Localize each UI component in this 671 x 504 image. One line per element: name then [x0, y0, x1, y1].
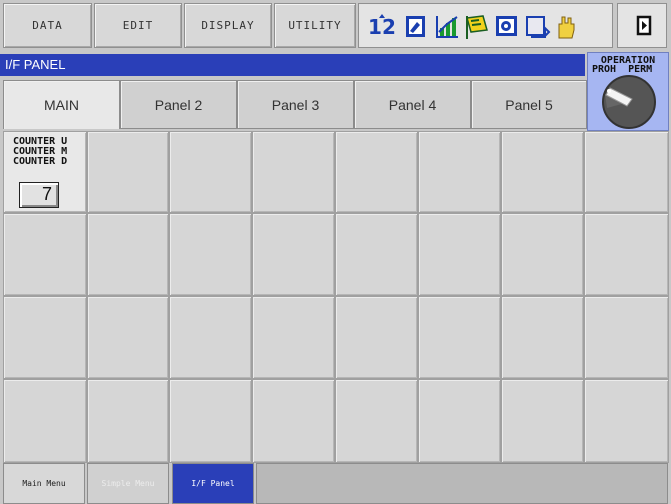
menu-display-button[interactable]: DISPLAY — [184, 3, 272, 48]
counter-cell[interactable]: COUNTER U COUNTER M COUNTER D 7 — [3, 131, 87, 213]
panel-button[interactable] — [335, 296, 418, 379]
simple-menu-button[interactable]: Simple Menu — [87, 463, 169, 504]
interface-panel-grid: COUNTER U COUNTER M COUNTER D 7 — [3, 131, 669, 463]
panel-button[interactable] — [584, 131, 669, 213]
edit-lock-icon[interactable] — [406, 16, 425, 37]
panel-button[interactable] — [335, 213, 418, 296]
top-menu-bar: DATA EDIT DISPLAY UTILITY 1 2 — [0, 0, 671, 54]
panel-button[interactable] — [169, 296, 252, 379]
main-menu-button[interactable]: Main Menu — [3, 463, 85, 504]
panel-tabs: MAIN Panel 2 Panel 3 Panel 4 Panel 5 — [0, 77, 587, 129]
menu-edit-button[interactable]: EDIT — [94, 3, 182, 48]
counter-value: 7 — [19, 182, 59, 208]
play-icon[interactable] — [617, 3, 667, 48]
chart-icon[interactable] — [436, 16, 458, 38]
run-flag-icon[interactable] — [466, 15, 488, 39]
panel-button[interactable] — [501, 296, 584, 379]
panel-button[interactable] — [335, 379, 418, 463]
counter-labels: COUNTER U COUNTER M COUNTER D — [13, 137, 67, 167]
panel-button[interactable] — [501, 131, 584, 213]
hand-icon[interactable] — [558, 16, 575, 39]
panel-button[interactable] — [87, 131, 169, 213]
tab-panel-5[interactable]: Panel 5 — [471, 80, 587, 129]
panel-button[interactable] — [252, 296, 335, 379]
panel-button[interactable] — [3, 379, 87, 463]
cycle-icon[interactable] — [526, 16, 551, 38]
counter-label: COUNTER D — [13, 156, 68, 167]
operation-key-switch[interactable]: OPERATION PROH PERM — [587, 52, 669, 131]
panel-button[interactable] — [584, 213, 669, 296]
panel-button[interactable] — [584, 379, 669, 463]
panel-button[interactable] — [252, 213, 335, 296]
panel-button[interactable] — [3, 213, 87, 296]
taskbar-empty-area — [256, 463, 668, 504]
tab-panel-3[interactable]: Panel 3 — [237, 80, 354, 129]
svg-text:2: 2 — [382, 15, 396, 39]
coordinate-icon[interactable]: 1 2 — [368, 14, 396, 39]
tab-panel-4[interactable]: Panel 4 — [354, 80, 471, 129]
panel-button[interactable] — [418, 379, 501, 463]
panel-button[interactable] — [584, 296, 669, 379]
status-icon-strip: 1 2 — [358, 3, 613, 48]
bottom-taskbar: Main Menu Simple Menu I/F Panel — [0, 463, 671, 504]
panel-button[interactable] — [501, 379, 584, 463]
svg-text:1: 1 — [368, 15, 382, 39]
window-title: I/F PANEL — [5, 57, 66, 72]
panel-button[interactable] — [418, 213, 501, 296]
menu-utility-button[interactable]: UTILITY — [274, 3, 356, 48]
panel-button[interactable] — [252, 131, 335, 213]
panel-button[interactable] — [87, 213, 169, 296]
if-panel-button[interactable]: I/F Panel — [172, 463, 254, 504]
panel-button[interactable] — [87, 379, 169, 463]
panel-button[interactable] — [335, 131, 418, 213]
panel-button[interactable] — [418, 296, 501, 379]
tab-panel-2[interactable]: Panel 2 — [120, 80, 237, 129]
menu-data-button[interactable]: DATA — [3, 3, 92, 48]
panel-button[interactable] — [169, 213, 252, 296]
panel-button[interactable] — [87, 296, 169, 379]
panel-button[interactable] — [169, 379, 252, 463]
camera-icon[interactable] — [496, 16, 517, 36]
panel-button[interactable] — [3, 296, 87, 379]
tab-main[interactable]: MAIN — [3, 80, 120, 129]
window-title-bar: I/F PANEL — [0, 54, 585, 76]
panel-button[interactable] — [418, 131, 501, 213]
panel-button[interactable] — [501, 213, 584, 296]
panel-button[interactable] — [169, 131, 252, 213]
panel-button[interactable] — [252, 379, 335, 463]
key-knob-icon — [602, 75, 656, 129]
